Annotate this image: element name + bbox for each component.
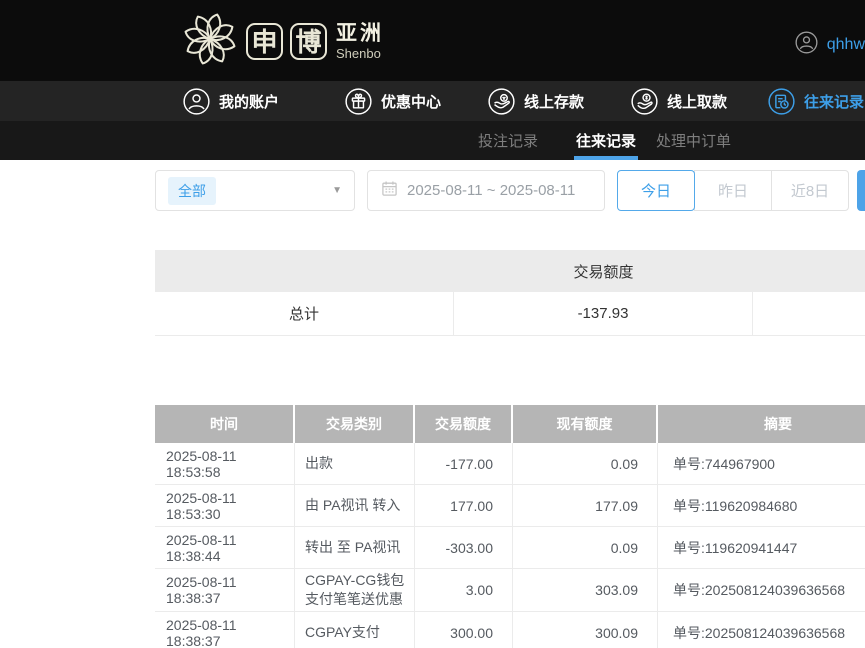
table-row: 2025-08-11 18:38:44 转出 至 PA视讯 -303.00 0.… (155, 527, 865, 569)
main-nav: 我的账户 优惠中心 线上存款 (0, 81, 865, 121)
brand-char-bo: 博 (290, 23, 327, 60)
summary-table: 交易额度 总计 -137.93 (155, 250, 865, 336)
gift-icon (345, 88, 372, 115)
type-filter-dropdown[interactable]: 全部 ▼ (155, 170, 355, 211)
nav-item-my-account[interactable]: 我的账户 (183, 81, 279, 121)
nav-label: 优惠中心 (381, 91, 441, 112)
nav-label: 线上取款 (667, 91, 727, 112)
nav-label: 我的账户 (219, 91, 279, 112)
avatar-icon (795, 31, 818, 59)
transactions-table: 时间 交易类别 交易额度 现有额度 摘要 2025-08-11 18:53:58… (155, 405, 865, 648)
nav-item-deposit[interactable]: 线上存款 (488, 81, 584, 121)
nav-item-records[interactable]: 往来记录 (768, 81, 864, 121)
nav-item-promotions[interactable]: 优惠中心 (345, 81, 441, 121)
brand-latin: Shenbo (336, 47, 384, 60)
top-bar: 申 博 亚洲 Shenbo qhhw (0, 0, 865, 81)
date-range-value: 2025-08-11 ~ 2025-08-11 (407, 182, 575, 199)
tab-bet-records[interactable]: 投注记录 (478, 121, 538, 160)
cell-summary: 单号:119620984680 (658, 485, 865, 526)
tab-pending-orders[interactable]: 处理中订单 (656, 121, 731, 160)
brand-region: 亚洲 (336, 23, 384, 44)
page: 申 博 亚洲 Shenbo qhhw (0, 0, 865, 648)
summary-total-label: 总计 (155, 292, 454, 335)
summary-header-row: 交易额度 (155, 250, 865, 292)
last-8-days-button[interactable]: 近8日 (771, 170, 849, 211)
deposit-icon (488, 88, 515, 115)
cell-type: CGPAY-CG钱包支付笔笔送优惠 (295, 569, 415, 611)
col-header-summary: 摘要 (658, 405, 865, 443)
cell-summary: 单号:119620941447 (658, 527, 865, 568)
cell-time: 2025-08-11 18:53:58 (155, 443, 295, 484)
cell-amount: -177.00 (415, 443, 513, 484)
cell-amount: 177.00 (415, 485, 513, 526)
cell-balance: 300.09 (513, 612, 658, 648)
col-header-type: 交易类别 (295, 405, 415, 443)
username-link[interactable]: qhhw (827, 36, 865, 54)
cell-time: 2025-08-11 18:38:37 (155, 569, 295, 611)
cell-type: 出款 (295, 443, 415, 484)
table-header-row: 时间 交易类别 交易额度 现有额度 摘要 (155, 405, 865, 443)
records-icon (768, 88, 795, 115)
today-button[interactable]: 今日 (617, 170, 695, 211)
nav-label: 往来记录 (804, 91, 864, 112)
cell-summary: 单号:202508124039636568 (658, 569, 865, 611)
table-row: 2025-08-11 18:38:37 CGPAY-CG钱包支付笔笔送优惠 3.… (155, 569, 865, 612)
withdraw-icon (631, 88, 658, 115)
cell-time: 2025-08-11 18:38:37 (155, 612, 295, 648)
col-header-balance: 现有额度 (513, 405, 658, 443)
cell-type: 由 PA视讯 转入 (295, 485, 415, 526)
table-row: 2025-08-11 18:53:30 由 PA视讯 转入 177.00 177… (155, 485, 865, 527)
col-header-time: 时间 (155, 405, 295, 443)
yesterday-button[interactable]: 昨日 (694, 170, 772, 211)
cell-amount: -303.00 (415, 527, 513, 568)
cell-balance: 303.09 (513, 569, 658, 611)
date-range-input[interactable]: 2025-08-11 ~ 2025-08-11 (367, 170, 605, 211)
tab-transaction-records[interactable]: 往来记录 (576, 121, 636, 160)
summary-header-amount: 交易额度 (454, 261, 753, 282)
user-icon (183, 88, 210, 115)
calendar-icon (381, 180, 398, 202)
user-box: qhhw (795, 31, 865, 59)
brand-char-shen: 申 (246, 23, 283, 60)
summary-total-row: 总计 -137.93 (155, 292, 865, 336)
summary-total-value: -137.93 (454, 292, 753, 335)
col-header-amount: 交易额度 (415, 405, 513, 443)
flower-logo-icon (181, 8, 239, 75)
table-row: 2025-08-11 18:38:37 CGPAY支付 300.00 300.0… (155, 612, 865, 648)
type-filter-selected-chip: 全部 (168, 177, 216, 205)
cell-amount: 300.00 (415, 612, 513, 648)
brand-logo[interactable]: 申 博 亚洲 Shenbo (181, 8, 384, 74)
table-row: 2025-08-11 18:53:58 出款 -177.00 0.09 单号:7… (155, 443, 865, 485)
quick-date-buttons: 今日 昨日 近8日 (617, 170, 849, 211)
cell-time: 2025-08-11 18:38:44 (155, 527, 295, 568)
tab-label: 处理中订单 (656, 130, 731, 151)
cell-amount: 3.00 (415, 569, 513, 611)
tab-label: 往来记录 (576, 130, 636, 151)
cell-balance: 0.09 (513, 527, 658, 568)
cell-balance: 0.09 (513, 443, 658, 484)
cell-time: 2025-08-11 18:53:30 (155, 485, 295, 526)
cell-summary: 单号:202508124039636568 (658, 612, 865, 648)
cell-type: 转出 至 PA视讯 (295, 527, 415, 568)
tab-label: 投注记录 (478, 130, 538, 151)
sub-nav: 投注记录 往来记录 处理中订单 (0, 121, 865, 160)
cell-balance: 177.09 (513, 485, 658, 526)
cell-type: CGPAY支付 (295, 612, 415, 648)
cell-summary: 单号:744967900 (658, 443, 865, 484)
nav-item-withdraw[interactable]: 线上取款 (631, 81, 727, 121)
nav-label: 线上存款 (524, 91, 584, 112)
query-button[interactable] (857, 170, 865, 211)
chevron-down-icon: ▼ (332, 185, 342, 196)
